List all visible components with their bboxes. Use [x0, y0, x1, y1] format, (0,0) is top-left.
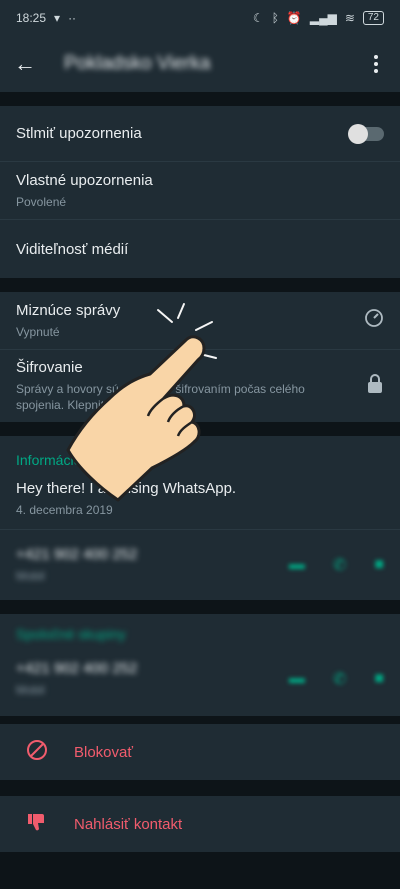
block-label: Blokovať	[74, 743, 133, 761]
phone-number: +421 902 400 252	[16, 546, 138, 563]
group-phone-icon[interactable]: ✆	[333, 669, 346, 689]
custom-notifications-row[interactable]: Vlastné upozornenia Povolené	[0, 162, 400, 220]
app-bar: ← Pokladsko Vierka	[0, 36, 400, 92]
moon-icon: ☾	[252, 11, 264, 25]
notifications-section: Stlmiť upozornenia Vlastné upozornenia P…	[0, 106, 400, 278]
report-section: Nahlásiť kontakt	[0, 796, 400, 852]
tap-hand-icon	[66, 303, 217, 502]
custom-notifications-status: Povolené	[16, 194, 67, 209]
overflow-menu-icon[interactable]	[366, 55, 386, 73]
status-bar: 18:25 ▾ ·· ☾ ᛒ ⏰ ▂▄▆ ≋ 72	[0, 0, 400, 36]
group-phone-type: Mobil	[16, 683, 45, 697]
group-message-icon[interactable]: ▬	[289, 670, 305, 688]
video-icon[interactable]: ■	[374, 556, 384, 574]
bluetooth-icon: ᛒ	[271, 11, 279, 25]
message-icon[interactable]: ▬	[289, 556, 305, 574]
groups-heading: Spoločné skupiny	[16, 626, 126, 642]
block-row[interactable]: Blokovať	[0, 724, 400, 780]
group-phone-number: +421 902 400 252	[16, 660, 138, 677]
thumbs-down-icon	[26, 811, 48, 838]
mute-notifications-row[interactable]: Stlmiť upozornenia	[0, 106, 400, 162]
phone-icon[interactable]: ✆	[333, 555, 346, 575]
media-visibility-row[interactable]: Viditeľnosť médií	[0, 220, 400, 278]
report-label: Nahlásiť kontakt	[74, 815, 183, 833]
lock-icon	[366, 373, 384, 399]
alarm-icon: ⏰	[286, 11, 302, 25]
group-phone-row[interactable]: +421 902 400 252 Mobil ▬ ✆ ■	[0, 642, 400, 716]
groups-section: Spoločné skupiny +421 902 400 252 Mobil …	[0, 614, 400, 716]
contact-name: Pokladsko Vierka	[64, 53, 211, 74]
mute-toggle[interactable]	[348, 123, 384, 144]
status-time: 18:25	[16, 11, 47, 25]
block-icon	[26, 739, 48, 766]
report-row[interactable]: Nahlásiť kontakt	[0, 796, 400, 852]
phone-row[interactable]: +421 902 400 252 Mobil ▬ ✆ ■	[0, 530, 400, 600]
timer-icon	[364, 308, 384, 333]
phone-type: Mobil	[16, 569, 45, 583]
more-notifications-icon: ··	[68, 11, 77, 25]
block-section: Blokovať	[0, 724, 400, 780]
media-visibility-label: Viditeľnosť médií	[16, 240, 129, 258]
custom-notifications-label: Vlastné upozornenia	[16, 171, 153, 189]
back-arrow-icon[interactable]: ←	[14, 51, 46, 77]
wifi-icon: ≋	[344, 11, 355, 25]
battery-indicator: 72	[362, 11, 384, 25]
signal-icon: ▂▄▆	[309, 11, 337, 25]
mute-label: Stlmiť upozornenia	[16, 125, 142, 142]
group-video-icon[interactable]: ■	[374, 670, 384, 688]
notification-icon: ▾	[54, 11, 61, 25]
